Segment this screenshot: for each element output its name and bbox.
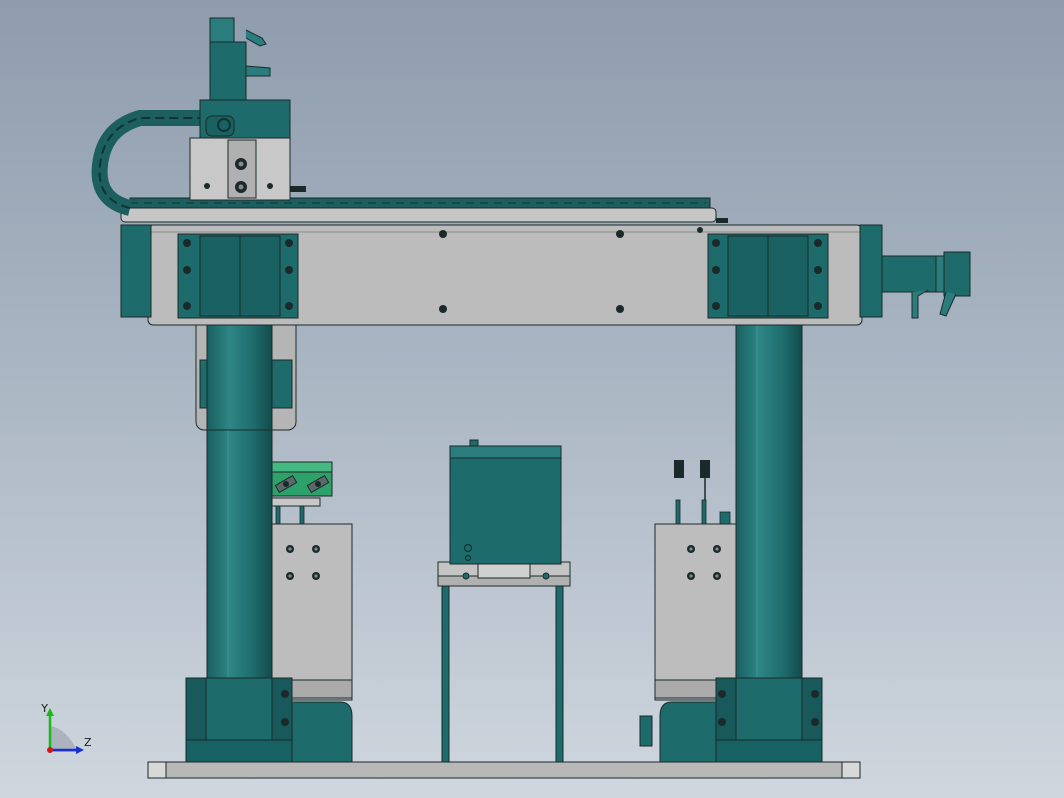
left-carriage	[195, 315, 297, 431]
right-clamp-block	[707, 233, 829, 319]
center-table	[437, 559, 571, 763]
control-box	[449, 439, 562, 565]
z-axis-label: Z	[84, 736, 92, 749]
left-clamp-block	[177, 233, 299, 319]
right-station	[654, 460, 740, 701]
z-axis-carriage	[189, 17, 306, 201]
gantry-model: Y Z	[40, 17, 971, 779]
y-axis-label: Y	[40, 702, 48, 715]
left-station	[267, 461, 353, 701]
x-axis-point	[47, 747, 53, 753]
view-orientation-triad[interactable]: Y Z	[40, 702, 92, 754]
cad-viewport[interactable]: Y Z	[0, 0, 1064, 798]
base-plate	[147, 761, 861, 779]
x-axis-motor	[881, 251, 971, 319]
